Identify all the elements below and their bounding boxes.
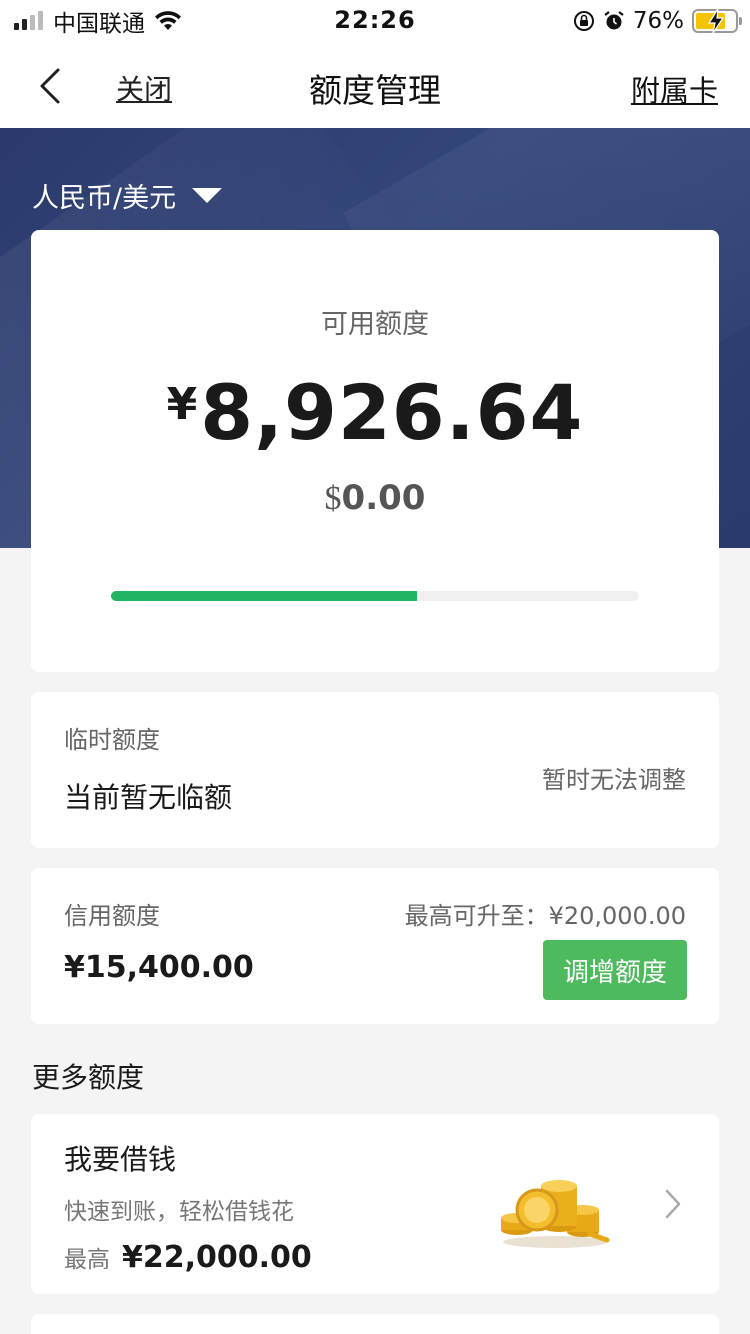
dollar-symbol: $ (324, 480, 342, 517)
available-quota-card: 可用额度 ¥8,926.64 $0.00 (31, 230, 719, 672)
status-bar-right: 76% (573, 8, 742, 34)
temporary-quota-label: 临时额度 (64, 726, 160, 754)
battery-percent: 76% (632, 8, 684, 34)
max-raise-text: 最高可升至：¥20,000.00 (404, 902, 686, 930)
temporary-quota-status: 暂时无法调整 (542, 766, 686, 794)
temporary-quota-card: 临时额度 当前暂无临额 暂时无法调整 (31, 692, 719, 848)
quota-progress-bar (111, 591, 639, 601)
next-card-partial (31, 1314, 719, 1334)
available-quota-amount: ¥8,926.64 (31, 368, 719, 457)
raise-quota-button[interactable]: 调增额度 (543, 940, 687, 1000)
usd-amount-value: 0.00 (341, 478, 426, 518)
battery-charging-icon (692, 9, 742, 33)
gold-coins-icon (501, 1180, 610, 1248)
caret-down-icon (192, 188, 223, 203)
borrow-money-title: 我要借钱 (64, 1143, 177, 1176)
credit-quota-label: 信用额度 (64, 902, 160, 930)
borrow-money-card[interactable]: 我要借钱 快速到账，轻松借钱花 最高 ¥22,000.00 (31, 1114, 719, 1294)
orientation-lock-icon (573, 11, 594, 31)
yen-symbol: ¥ (166, 379, 199, 430)
currency-selector[interactable]: 人民币/美元 (32, 176, 223, 215)
credit-quota-value: ¥15,400.00 (64, 950, 254, 985)
status-bar: 中国联通 22:26 76% (0, 0, 750, 42)
borrow-money-subtitle: 快速到账，轻松借钱花 (64, 1199, 294, 1225)
more-quota-heading: 更多额度 (32, 1061, 145, 1094)
credit-quota-card: 信用额度 最高可升至：¥20,000.00 ¥15,400.00 调增额度 (31, 868, 719, 1024)
alarm-icon (604, 11, 624, 30)
sub-card-link[interactable]: 附属卡 (631, 68, 718, 110)
available-amount-value: 8,926.64 (200, 368, 584, 457)
charging-bolt-icon (707, 9, 725, 33)
currency-label: 人民币/美元 (32, 183, 177, 214)
borrow-max-value: ¥22,000.00 (122, 1240, 312, 1275)
borrow-max-label: 最高 (64, 1247, 110, 1273)
borrow-max: 最高 ¥22,000.00 (64, 1240, 312, 1275)
quota-progress-fill (111, 591, 418, 601)
chevron-right-icon (665, 1189, 681, 1219)
temporary-quota-value: 当前暂无临额 (64, 781, 233, 814)
available-quota-label: 可用额度 (321, 309, 429, 340)
usd-available-amount: $0.00 (31, 478, 719, 518)
nav-bar: 关闭 额度管理 附属卡 (0, 42, 750, 128)
